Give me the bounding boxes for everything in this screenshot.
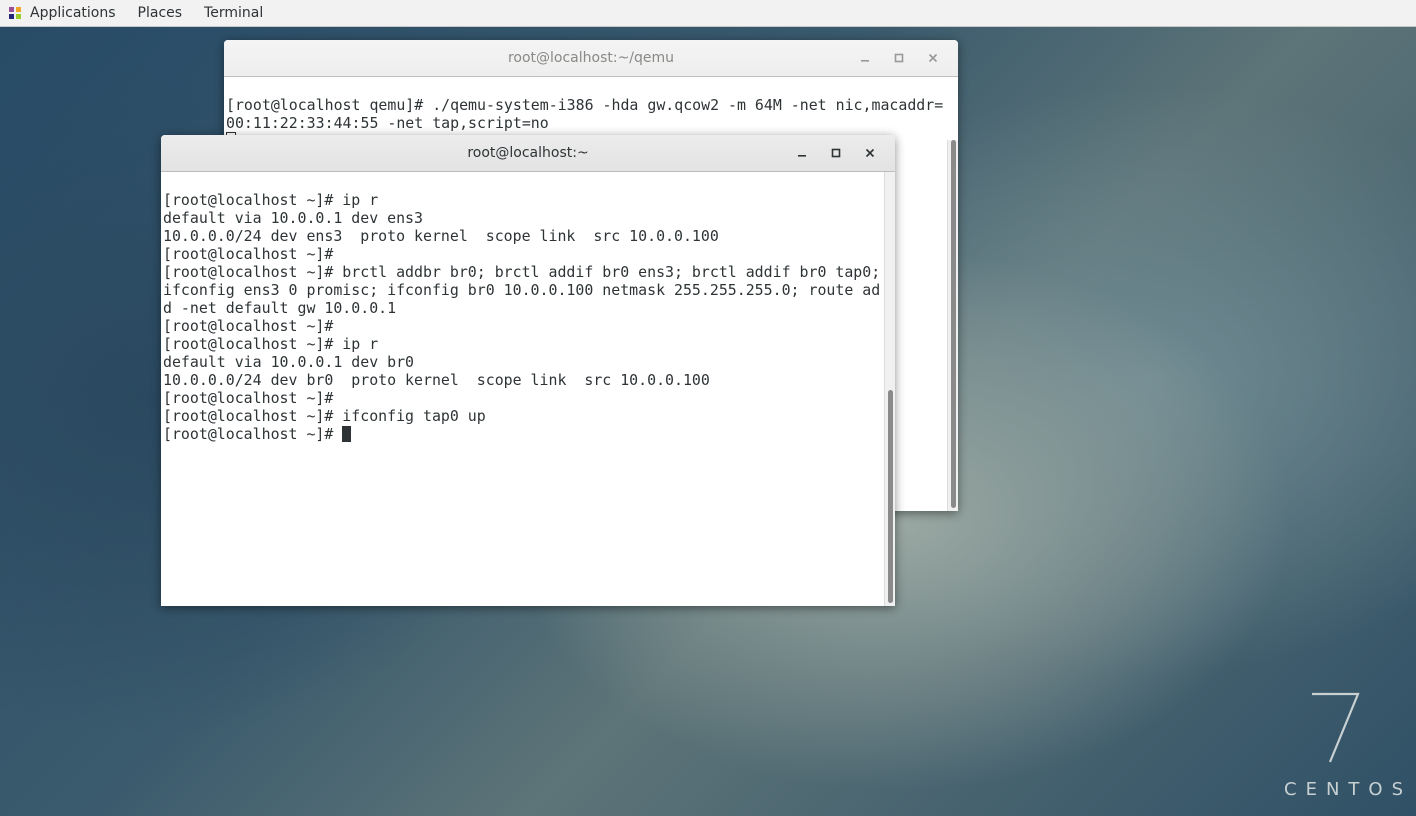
maximize-button[interactable] (882, 40, 916, 76)
terminal-output[interactable]: [root@localhost ~]# ip r default via 10.0… (161, 172, 895, 479)
applications-menu[interactable]: Applications (0, 0, 127, 26)
centos-branding: CENTOS (1276, 686, 1416, 816)
scrollbar[interactable] (947, 140, 958, 511)
scrollbar-thumb[interactable] (951, 140, 956, 508)
minimize-icon (861, 60, 869, 62)
terminal-line: [root@localhost ~]# (163, 389, 334, 407)
minimize-icon (798, 155, 806, 157)
close-button[interactable] (853, 135, 887, 171)
centos-7-logo (1312, 692, 1360, 763)
terminal-line: [root@localhost ~]# (163, 317, 334, 335)
terminal-line: d -net default gw 10.0.0.1 (163, 299, 397, 317)
terminal-prompt: [root@localhost ~]# (163, 425, 343, 443)
terminal-line: 00:11:22:33:44:55 -net tap,script=no (226, 114, 549, 132)
centos-wordmark: CENTOS (1284, 779, 1412, 800)
places-label: Places (137, 5, 183, 21)
terminal-label: Terminal (204, 5, 264, 21)
terminal-window-home[interactable]: root@localhost:~ [root@localhost ~]# ip … (161, 135, 895, 606)
places-menu[interactable]: Places (127, 0, 194, 26)
close-icon (928, 53, 938, 63)
maximize-icon (831, 148, 841, 158)
scrollbar-thumb[interactable] (888, 390, 893, 603)
window-title: root@localhost:~/qemu (507, 50, 675, 66)
scrollbar[interactable] (884, 172, 895, 606)
terminal-cursor (342, 426, 352, 442)
terminal-line: 10.0.0.0/24 dev br0 proto kernel scope l… (163, 371, 710, 389)
window-titlebar[interactable]: root@localhost:~/qemu (224, 40, 958, 77)
maximize-button[interactable] (819, 135, 853, 171)
window-titlebar[interactable]: root@localhost:~ (161, 135, 895, 172)
top-panel: Applications Places Terminal (0, 0, 1416, 27)
terminal-line: ifconfig ens3 0 promisc; ifconfig br0 10… (163, 281, 881, 299)
terminal-line: [root@localhost qemu]# ./qemu-system-i38… (226, 96, 944, 114)
terminal-menu[interactable]: Terminal (193, 0, 274, 26)
terminal-line: [root@localhost ~]# brctl addbr br0; brc… (163, 263, 881, 281)
terminal-line: default via 10.0.0.1 dev ens3 (163, 209, 423, 227)
applications-label: Applications (30, 5, 116, 21)
close-button[interactable] (916, 40, 950, 76)
terminal-line: [root@localhost ~]# ifconfig tap0 up (163, 407, 486, 425)
terminal-line: [root@localhost ~]# ip r (163, 191, 379, 209)
terminal-line: [root@localhost ~]# ip r (163, 335, 379, 353)
window-title: root@localhost:~ (467, 145, 589, 161)
terminal-line: default via 10.0.0.1 dev br0 (163, 353, 415, 371)
terminal-line: 10.0.0.0/24 dev ens3 proto kernel scope … (163, 227, 719, 245)
applications-icon (9, 7, 21, 19)
terminal-prompt-line: [root@localhost ~]# (163, 425, 893, 443)
maximize-icon (894, 53, 904, 63)
close-icon (865, 148, 875, 158)
terminal-line: [root@localhost ~]# (163, 245, 334, 263)
minimize-button[interactable] (785, 135, 819, 171)
minimize-button[interactable] (848, 40, 882, 76)
